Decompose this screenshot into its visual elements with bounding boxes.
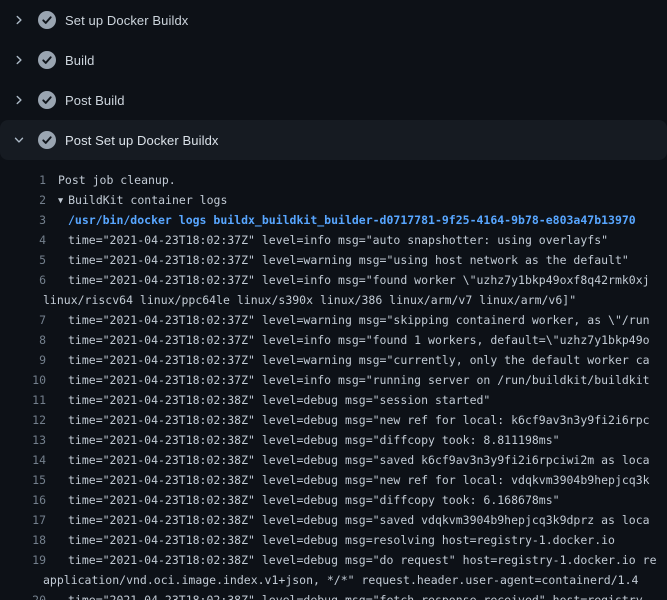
log-text: time="2021-04-23T18:02:38Z" level=debug … xyxy=(46,450,650,470)
log-text: time="2021-04-23T18:02:38Z" level=debug … xyxy=(46,590,650,600)
log-command-text: /usr/bin/docker logs buildx_buildkit_bui… xyxy=(46,210,636,230)
step-label: Build xyxy=(65,53,94,68)
log-line: 10time="2021-04-23T18:02:37Z" level=info… xyxy=(0,370,667,390)
step-label: Post Set up Docker Buildx xyxy=(65,133,219,148)
line-number[interactable]: 2 xyxy=(0,190,46,210)
step-row-set-up-docker-buildx[interactable]: Set up Docker Buildx xyxy=(0,0,667,40)
step-row-build[interactable]: Build xyxy=(0,40,667,80)
log-line: 19time="2021-04-23T18:02:38Z" level=debu… xyxy=(0,550,667,570)
log-text: time="2021-04-23T18:02:37Z" level=info m… xyxy=(46,330,650,350)
log-line: linux/riscv64 linux/ppc64le linux/s390x … xyxy=(0,290,667,310)
log-text: time="2021-04-23T18:02:37Z" level=warnin… xyxy=(46,250,629,270)
check-circle-icon xyxy=(38,11,56,29)
line-number[interactable]: 14 xyxy=(0,450,46,470)
log-text: time="2021-04-23T18:02:38Z" level=debug … xyxy=(46,470,650,490)
log-text: time="2021-04-23T18:02:38Z" level=debug … xyxy=(46,510,650,530)
step-label: Post Build xyxy=(65,93,125,108)
log-line: 7time="2021-04-23T18:02:37Z" level=warni… xyxy=(0,310,667,330)
line-number[interactable]: 15 xyxy=(0,470,46,490)
log-line: 3/usr/bin/docker logs buildx_buildkit_bu… xyxy=(0,210,667,230)
log-line: 6time="2021-04-23T18:02:37Z" level=info … xyxy=(0,270,667,290)
log-text: time="2021-04-23T18:02:38Z" level=debug … xyxy=(46,530,615,550)
log-line: 14time="2021-04-23T18:02:38Z" level=debu… xyxy=(0,450,667,470)
log-text: time="2021-04-23T18:02:37Z" level=info m… xyxy=(46,370,650,390)
log-line: application/vnd.oci.image.index.v1+json,… xyxy=(0,570,667,590)
step-row-post-set-up-docker-buildx[interactable]: Post Set up Docker Buildx xyxy=(0,120,667,160)
line-number[interactable]: 11 xyxy=(0,390,46,410)
line-number[interactable]: 4 xyxy=(0,230,46,250)
chevron-right-icon[interactable] xyxy=(12,53,26,67)
log-text: time="2021-04-23T18:02:37Z" level=info m… xyxy=(46,270,650,290)
line-number[interactable]: 5 xyxy=(0,250,46,270)
chevron-down-icon[interactable] xyxy=(12,133,26,147)
line-number[interactable]: 7 xyxy=(0,310,46,330)
line-number[interactable]: 12 xyxy=(0,410,46,430)
log-text: time="2021-04-23T18:02:38Z" level=debug … xyxy=(46,550,657,570)
log-line: 5time="2021-04-23T18:02:37Z" level=warni… xyxy=(0,250,667,270)
log-line: 15time="2021-04-23T18:02:38Z" level=debu… xyxy=(0,470,667,490)
line-number[interactable]: 9 xyxy=(0,350,46,370)
step-list: Set up Docker Buildx Build Post Build Post … xyxy=(0,0,667,160)
chevron-right-icon[interactable] xyxy=(12,93,26,107)
log-text: time="2021-04-23T18:02:38Z" level=debug … xyxy=(46,410,650,430)
line-number[interactable]: 13 xyxy=(0,430,46,450)
line-number[interactable]: 19 xyxy=(0,550,46,570)
line-number[interactable]: 6 xyxy=(0,270,46,290)
log-line: 16time="2021-04-23T18:02:38Z" level=debu… xyxy=(0,490,667,510)
log-text: application/vnd.oci.image.index.v1+json,… xyxy=(43,570,638,590)
log-line: 2 ▼ BuildKit container logs xyxy=(0,190,667,210)
workflow-log-panel: Set up Docker Buildx Build Post Build Post … xyxy=(0,0,667,600)
log-text: linux/riscv64 linux/ppc64le linux/s390x … xyxy=(43,290,576,310)
log-text: time="2021-04-23T18:02:38Z" level=debug … xyxy=(46,390,490,410)
line-number[interactable]: 8 xyxy=(0,330,46,350)
log-text: time="2021-04-23T18:02:37Z" level=info m… xyxy=(46,230,608,250)
line-number[interactable]: 17 xyxy=(0,510,46,530)
line-number[interactable]: 3 xyxy=(0,210,46,230)
log-line: 17time="2021-04-23T18:02:38Z" level=debu… xyxy=(0,510,667,530)
check-circle-icon xyxy=(38,91,56,109)
line-number[interactable]: 18 xyxy=(0,530,46,550)
step-label: Set up Docker Buildx xyxy=(65,13,188,28)
group-caret-icon[interactable]: ▼ xyxy=(58,191,63,210)
log-line: 8time="2021-04-23T18:02:37Z" level=info … xyxy=(0,330,667,350)
line-number[interactable]: 1 xyxy=(0,170,46,190)
log-line: 12time="2021-04-23T18:02:38Z" level=debu… xyxy=(0,410,667,430)
line-number[interactable]: 16 xyxy=(0,490,46,510)
log-text: Post job cleanup. xyxy=(46,170,176,190)
log-text: ▼ BuildKit container logs xyxy=(46,190,227,210)
log-line: 20time="2021-04-23T18:02:38Z" level=debu… xyxy=(0,590,667,600)
log-text: time="2021-04-23T18:02:38Z" level=debug … xyxy=(46,430,560,450)
log-line: 4time="2021-04-23T18:02:37Z" level=info … xyxy=(0,230,667,250)
log-group-title: BuildKit container logs xyxy=(68,193,227,207)
log-viewer: 1Post job cleanup.2 ▼ BuildKit container l… xyxy=(0,160,667,600)
check-circle-icon xyxy=(38,131,56,149)
log-text: time="2021-04-23T18:02:37Z" level=warnin… xyxy=(46,350,650,370)
line-number[interactable]: 20 xyxy=(0,590,46,600)
step-row-post-build[interactable]: Post Build xyxy=(0,80,667,120)
chevron-right-icon[interactable] xyxy=(12,13,26,27)
log-text: time="2021-04-23T18:02:37Z" level=warnin… xyxy=(46,310,650,330)
log-line: 18time="2021-04-23T18:02:38Z" level=debu… xyxy=(0,530,667,550)
log-line: 11time="2021-04-23T18:02:38Z" level=debu… xyxy=(0,390,667,410)
check-circle-icon xyxy=(38,51,56,69)
log-line: 13time="2021-04-23T18:02:38Z" level=debu… xyxy=(0,430,667,450)
log-line: 1Post job cleanup. xyxy=(0,170,667,190)
log-line: 9time="2021-04-23T18:02:37Z" level=warni… xyxy=(0,350,667,370)
line-number[interactable]: 10 xyxy=(0,370,46,390)
log-text: time="2021-04-23T18:02:38Z" level=debug … xyxy=(46,490,560,510)
